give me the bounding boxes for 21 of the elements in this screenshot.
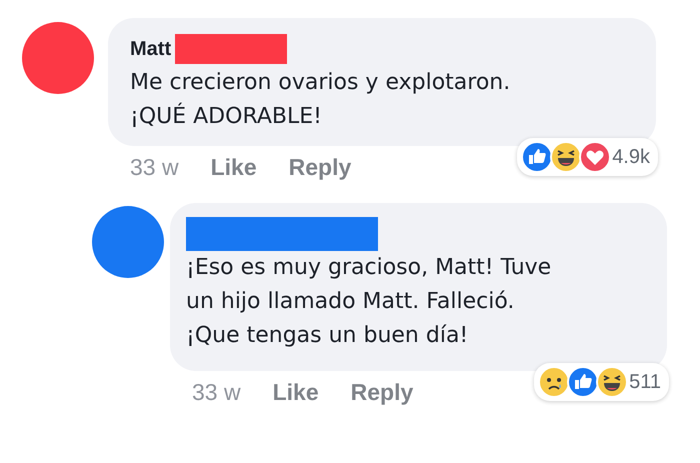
reactions-summary[interactable]: 4.9k [517, 138, 658, 176]
comment-text: ¡Que tengas un buen día! [186, 322, 470, 350]
timestamp: 33 w [192, 379, 241, 406]
comment-text: Me crecieron ovarios y explotaron. [130, 69, 512, 97]
reply-link[interactable]: Reply [350, 379, 414, 406]
reactions-summary[interactable]: 511 [534, 363, 669, 401]
like-icon [521, 141, 554, 173]
comment-text: ¡Eso es muy gracioso, Matt! Tuve [186, 254, 552, 282]
sad-face-icon [538, 366, 570, 398]
laughing-face-icon [550, 141, 582, 173]
like-icon [567, 366, 600, 398]
like-link[interactable]: Like [272, 379, 319, 406]
author-name[interactable]: Matt [130, 38, 172, 60]
reaction-count: 511 [629, 370, 661, 394]
timestamp: 33 w [130, 154, 179, 181]
laughing-face-icon [596, 366, 628, 398]
like-link[interactable]: Like [210, 154, 257, 181]
reaction-count: 4.9k [612, 146, 650, 168]
comment-text: ¡QUÉ ADORABLE! [130, 102, 323, 131]
comment-text: un hijo llamado Matt. Falleció. [186, 288, 516, 316]
reply-link[interactable]: Reply [288, 154, 352, 181]
